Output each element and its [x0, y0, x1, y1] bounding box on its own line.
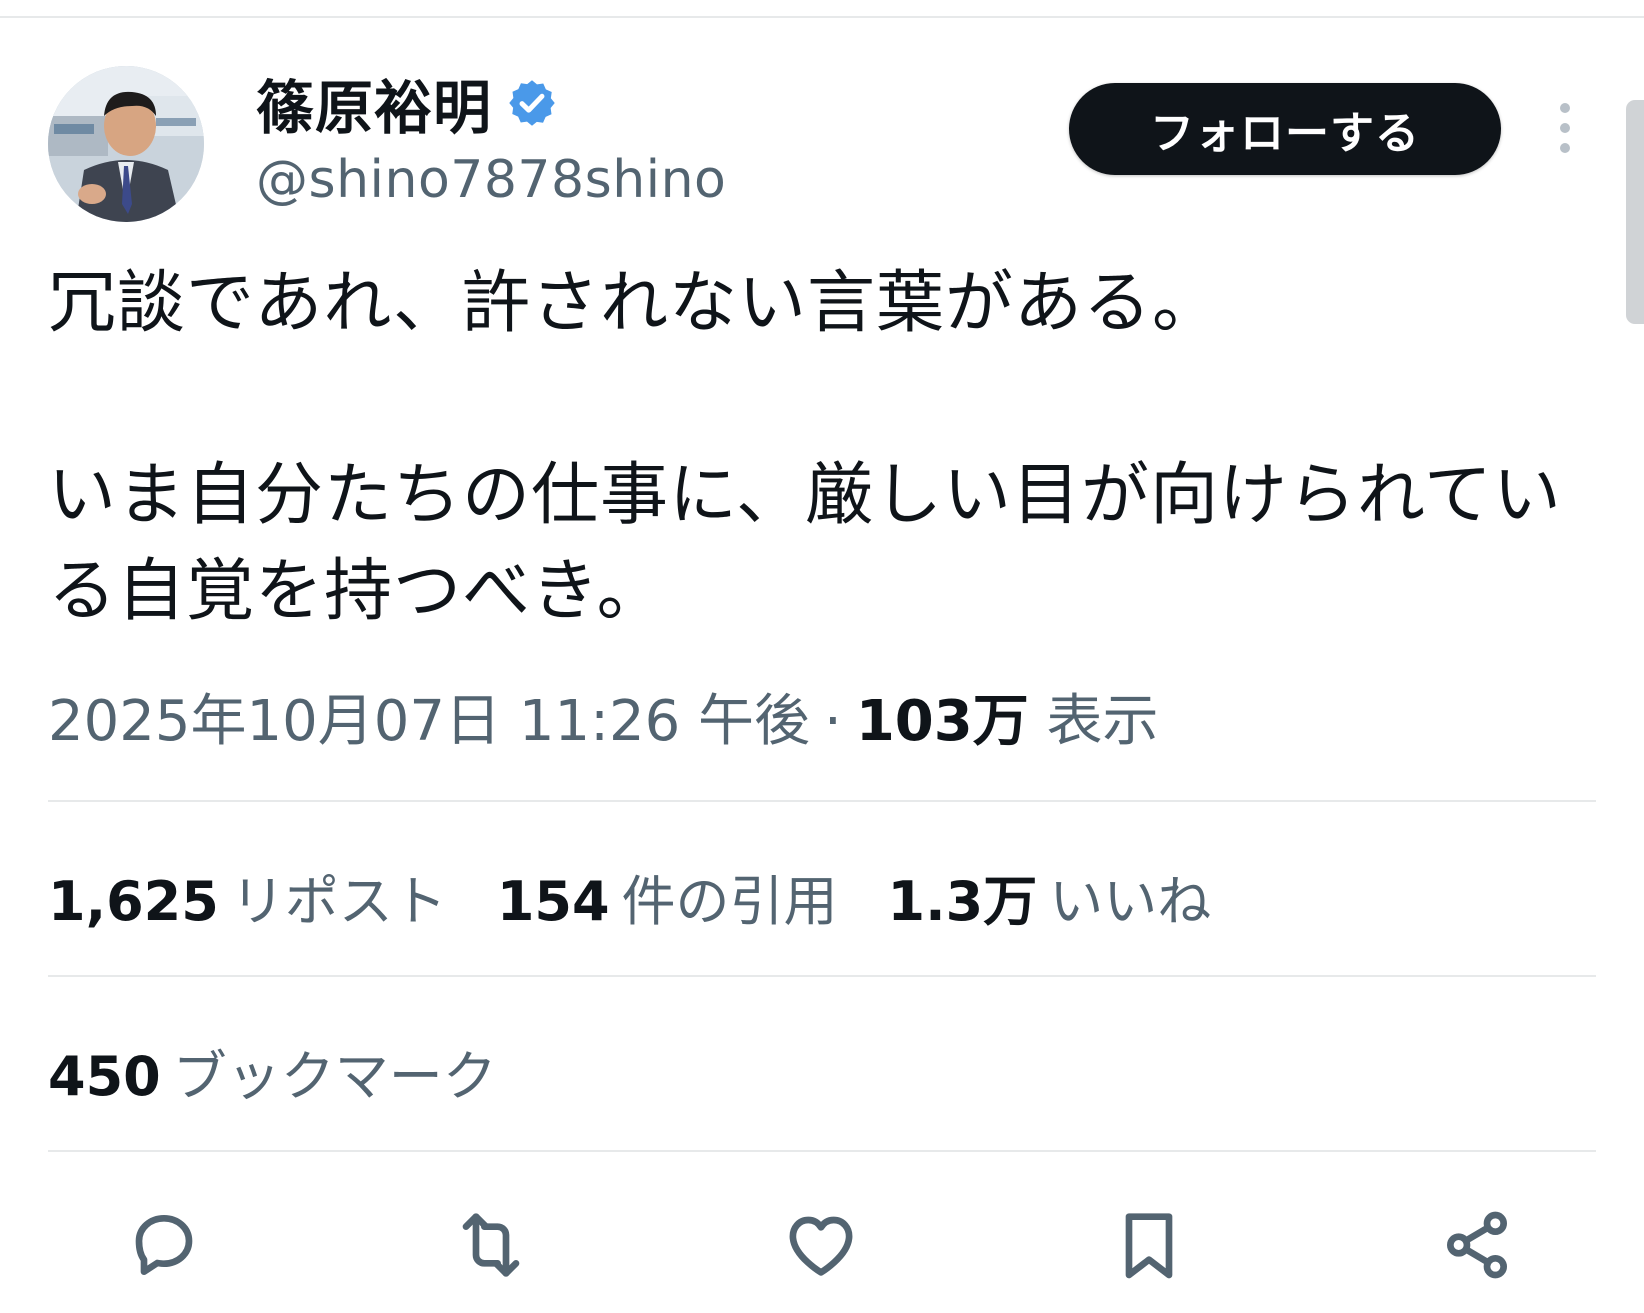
verified-badge-icon — [509, 80, 555, 126]
bookmarks-row: 450 ブックマーク — [48, 1031, 497, 1111]
divider — [48, 800, 1596, 802]
views-count: 103万 — [855, 689, 1029, 754]
likes-stat[interactable]: 1.3万 いいね — [888, 857, 1212, 936]
tweet-timestamp[interactable]: 2025年10月07日 11:26 午後 — [48, 676, 810, 757]
likes-label: いいね — [1049, 869, 1212, 933]
tweet: 篠原裕明 @shino7878shino フォローする 冗談であれ、許されない言… — [0, 0, 1644, 1313]
bookmarks-count: 450 — [48, 1044, 161, 1108]
views-label: 表示 — [1046, 689, 1159, 754]
tweet-text: 冗談であれ、許されない言葉がある。 いま自分たちの仕事に、厳しい目が向けられてい… — [48, 264, 1562, 631]
views-group[interactable]: 103万 表示 — [856, 676, 1159, 757]
author-name-row[interactable]: 篠原裕明 — [256, 68, 558, 142]
avatar-image — [48, 66, 204, 222]
author-name[interactable]: 篠原裕明 — [256, 61, 492, 145]
avatar[interactable] — [48, 66, 204, 222]
quotes-stat[interactable]: 154 件の引用 — [497, 857, 838, 936]
share-icon — [1447, 1211, 1507, 1279]
author-handle[interactable]: @shino7878shino — [256, 150, 726, 210]
more-options-icon[interactable] — [1548, 98, 1582, 158]
reposts-stat[interactable]: 1,625 リポスト — [48, 857, 447, 936]
quotes-label: 件の引用 — [621, 869, 838, 933]
likes-count: 1.3万 — [887, 869, 1038, 933]
engagement-stats: 1,625 リポスト 154 件の引用 1.3万 いいね — [48, 856, 1211, 936]
divider — [48, 975, 1596, 977]
follow-button[interactable]: フォローする — [1069, 83, 1501, 175]
action-bar — [0, 1200, 1644, 1290]
meta-separator: · — [824, 689, 842, 754]
quotes-count: 154 — [496, 869, 610, 933]
bookmark-icon — [1125, 1213, 1173, 1279]
reply-button[interactable] — [119, 1200, 209, 1290]
tweet-meta: 2025年10月07日 11:26 午後 · 103万 表示 — [48, 676, 1159, 757]
share-button[interactable] — [1432, 1200, 1522, 1290]
bookmarks-label: ブックマーク — [172, 1044, 497, 1108]
reply-icon — [135, 1215, 193, 1275]
repost-icon — [462, 1213, 520, 1277]
repost-button[interactable] — [446, 1200, 536, 1290]
bookmark-button[interactable] — [1104, 1200, 1194, 1290]
reposts-count: 1,625 — [48, 869, 219, 933]
divider — [48, 1150, 1596, 1152]
like-icon — [789, 1216, 853, 1276]
bookmarks-stat[interactable]: 450 ブックマーク — [48, 1032, 497, 1111]
reposts-label: リポスト — [230, 869, 447, 933]
like-button[interactable] — [776, 1200, 866, 1290]
